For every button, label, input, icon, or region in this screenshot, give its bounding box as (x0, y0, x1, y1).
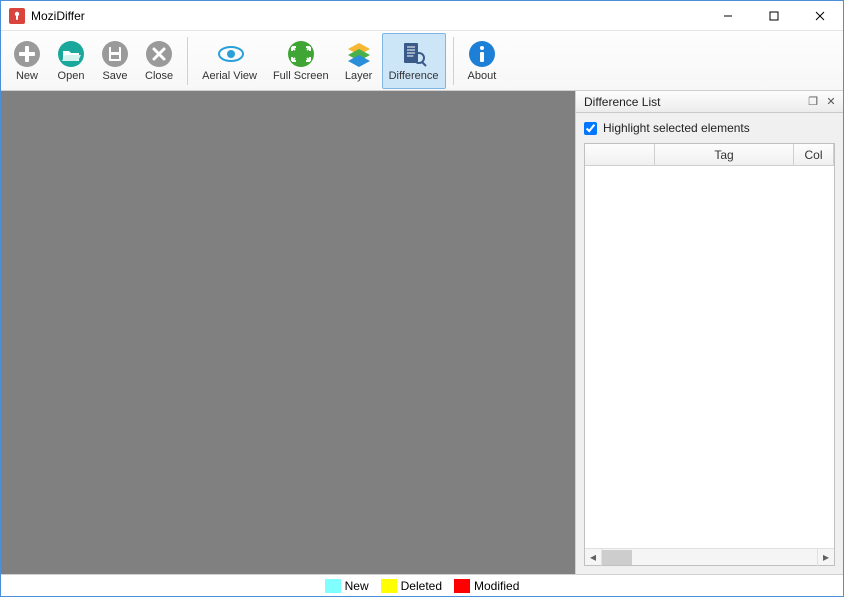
titlebar: MoziDiffer (1, 1, 843, 31)
close-icon (145, 40, 173, 68)
about-label: About (468, 70, 497, 82)
app-window: MoziDiffer New Open Save Close Aerial Vi… (0, 0, 844, 597)
grid-col-tag[interactable]: Tag (655, 144, 794, 165)
swatch-modified (454, 579, 470, 593)
legend-modified-label: Modified (474, 579, 519, 593)
toolbar-separator (187, 37, 188, 85)
open-button[interactable]: Open (50, 33, 92, 89)
app-title: MoziDiffer (31, 9, 705, 23)
full-screen-button[interactable]: Full Screen (266, 33, 336, 89)
statusbar: New Deleted Modified (1, 574, 843, 596)
highlight-label: Highlight selected elements (603, 121, 750, 135)
difference-icon (400, 40, 428, 68)
panel-title: Difference List (584, 95, 803, 109)
about-button[interactable]: About (461, 33, 504, 89)
close-window-button[interactable] (797, 1, 843, 31)
grid-body (585, 166, 834, 548)
aerial-view-button[interactable]: Aerial View (195, 33, 264, 89)
difference-panel: Difference List ❐ ✕ Highlight selected e… (575, 91, 843, 574)
panel-body: Highlight selected elements Tag Col ◂ ▸ (576, 113, 843, 574)
panel-close-button[interactable]: ✕ (823, 94, 839, 110)
scroll-left-icon[interactable]: ◂ (585, 549, 602, 566)
new-label: New (16, 70, 38, 82)
difference-grid[interactable]: Tag Col ◂ ▸ (584, 143, 835, 566)
new-button[interactable]: New (6, 33, 48, 89)
full-screen-label: Full Screen (273, 70, 329, 82)
grid-header: Tag Col (585, 144, 834, 166)
fullscreen-icon (287, 40, 315, 68)
aerial-view-label: Aerial View (202, 70, 257, 82)
save-icon (101, 40, 129, 68)
info-icon (468, 40, 496, 68)
save-label: Save (102, 70, 127, 82)
toolbar-separator (453, 37, 454, 85)
grid-col-1[interactable] (585, 144, 655, 165)
panel-header: Difference List ❐ ✕ (576, 91, 843, 113)
app-icon (9, 8, 25, 24)
minimize-button[interactable] (705, 1, 751, 31)
difference-label: Difference (389, 70, 439, 82)
difference-button[interactable]: Difference (382, 33, 446, 89)
plus-icon (13, 40, 41, 68)
highlight-checkbox-row: Highlight selected elements (584, 121, 835, 135)
grid-col-col[interactable]: Col (794, 144, 834, 165)
legend-new: New (325, 579, 369, 593)
scroll-thumb[interactable] (602, 550, 632, 565)
highlight-checkbox[interactable] (584, 122, 597, 135)
swatch-deleted (381, 579, 397, 593)
grid-horizontal-scrollbar[interactable]: ◂ ▸ (585, 548, 834, 565)
scroll-right-icon[interactable]: ▸ (817, 549, 834, 566)
open-label: Open (58, 70, 85, 82)
legend-deleted: Deleted (381, 579, 442, 593)
window-controls (705, 1, 843, 31)
toolbar: New Open Save Close Aerial View Full Scr… (1, 31, 843, 91)
canvas-viewport[interactable] (1, 91, 575, 574)
panel-float-button[interactable]: ❐ (805, 94, 821, 110)
layer-button[interactable]: Layer (338, 33, 380, 89)
legend-deleted-label: Deleted (401, 579, 442, 593)
legend-modified: Modified (454, 579, 519, 593)
legend-new-label: New (345, 579, 369, 593)
folder-open-icon (57, 40, 85, 68)
workarea: Difference List ❐ ✕ Highlight selected e… (1, 91, 843, 574)
swatch-new (325, 579, 341, 593)
eye-icon (216, 40, 244, 68)
layer-label: Layer (345, 70, 373, 82)
close-label: Close (145, 70, 173, 82)
save-button[interactable]: Save (94, 33, 136, 89)
maximize-button[interactable] (751, 1, 797, 31)
layers-icon (345, 40, 373, 68)
close-button[interactable]: Close (138, 33, 180, 89)
